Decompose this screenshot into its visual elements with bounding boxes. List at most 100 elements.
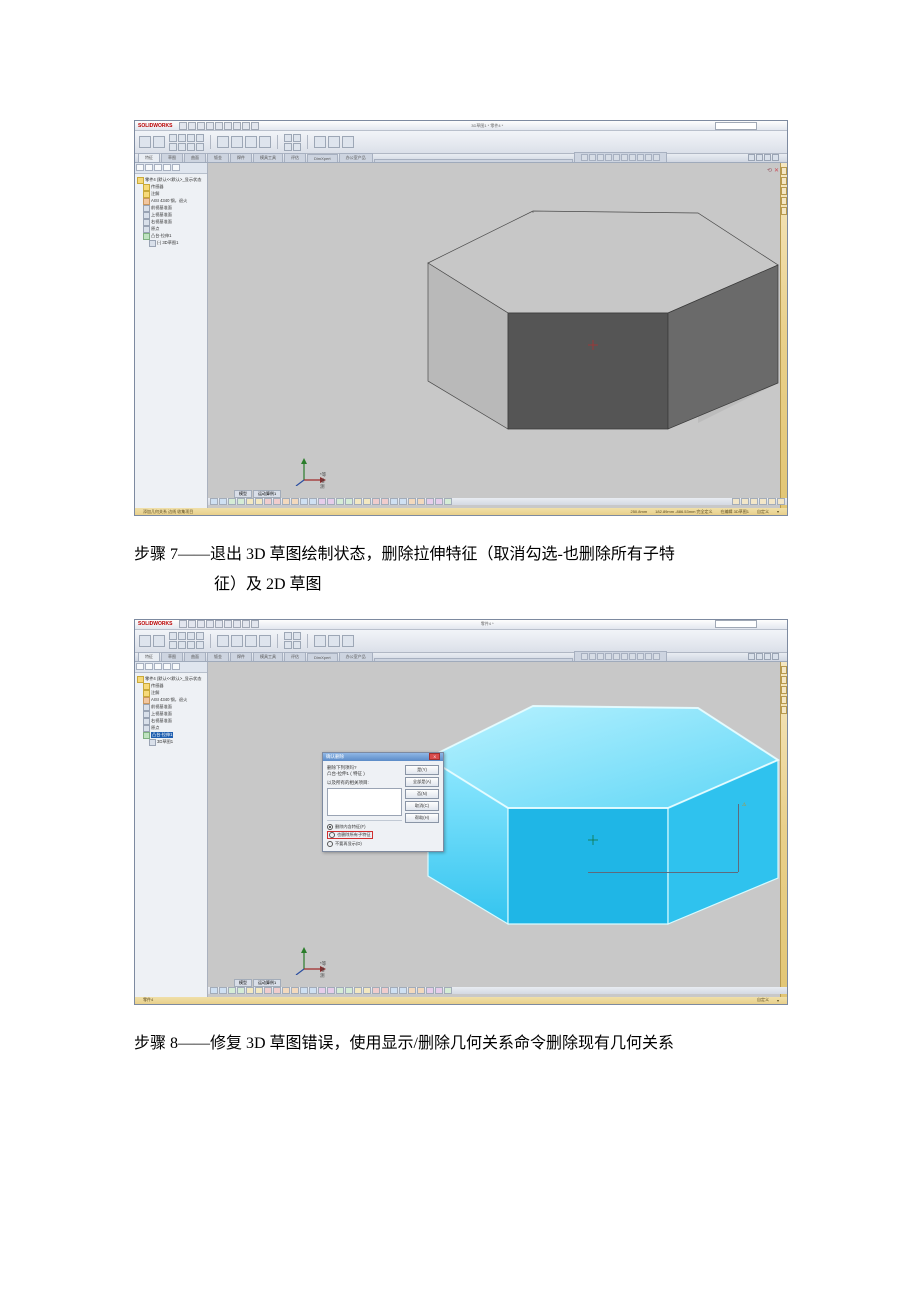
- tab-model[interactable]: 模型: [234, 979, 252, 987]
- tree-item[interactable]: 注解: [151, 690, 159, 696]
- tab-office[interactable]: 办公室产品: [339, 652, 373, 661]
- command-search-input[interactable]: [715, 620, 757, 628]
- heads-up-view-toolbar[interactable]: [574, 152, 667, 162]
- command-manager-tabs[interactable]: 特征 草图 曲面 钣金 焊件 模具工具 评估 DimXpert 办公室产品: [135, 154, 787, 163]
- tab-moldtools[interactable]: 模具工具: [253, 153, 283, 162]
- tree-item[interactable]: 凸台-拉伸1: [151, 233, 171, 239]
- tree-item[interactable]: 前视基准面: [151, 704, 172, 710]
- tab-weldments[interactable]: 焊件: [230, 652, 252, 661]
- no-button[interactable]: 否(N): [405, 789, 439, 799]
- command-manager-tabs[interactable]: 特征 草图 曲面 钣金 焊件 模具工具 评估 DimXpert 办公室产品: [135, 653, 787, 662]
- motion-toolbar[interactable]: [208, 987, 787, 994]
- tab-surface[interactable]: 曲面: [184, 153, 206, 162]
- doc-title: 3D草图1 * 零件4 *: [471, 123, 503, 129]
- tree-item[interactable]: 原点: [151, 226, 159, 232]
- close-icon[interactable]: X: [429, 753, 440, 760]
- tab-moldtools[interactable]: 模具工具: [253, 652, 283, 661]
- dependents-listbox[interactable]: [327, 788, 402, 816]
- mdi-window-controls[interactable]: [748, 154, 779, 161]
- heads-up-view-toolbar[interactable]: [574, 651, 667, 661]
- status-left: 添加几何关系 边线 收集项目: [139, 509, 197, 515]
- tree-item[interactable]: 原点: [151, 725, 159, 731]
- opt-delete-children[interactable]: 也删除所有子特征: [327, 831, 373, 840]
- tab-weldments[interactable]: 焊件: [230, 153, 252, 162]
- tree-item[interactable]: 右视基准面: [151, 718, 172, 724]
- tab-evaluate[interactable]: 评估: [284, 652, 306, 661]
- feature-tree[interactable]: 零件4 (默认<<默认>_显示状态 传感器 注解 AISI 4340 钢，退火 …: [135, 673, 207, 749]
- tab-motion[interactable]: 运动算例1: [253, 490, 281, 498]
- tab-surface[interactable]: 曲面: [184, 652, 206, 661]
- tab-features[interactable]: 特征: [138, 652, 160, 661]
- help-button[interactable]: 帮助(H): [405, 813, 439, 823]
- tree-item[interactable]: 注解: [151, 191, 159, 197]
- ribbon: [135, 131, 787, 154]
- tab-motion[interactable]: 运动算例1: [253, 979, 281, 987]
- graphics-viewport[interactable]: ⚠ 确认删除 X 删除下列项吗? 凸台-拉伸1 ( 特征 ) 以及所有的相关项目…: [208, 662, 787, 997]
- feature-manager-tabs[interactable]: [135, 163, 207, 174]
- tab-sketch[interactable]: 草图: [161, 153, 183, 162]
- doc-title: 零件4 *: [481, 621, 494, 627]
- status-edit: 在编辑 3D草图1: [717, 509, 753, 515]
- tree-item[interactable]: AISI 4340 钢，退火: [151, 697, 187, 703]
- triad-label: *等轴测: [320, 961, 328, 979]
- tree-item[interactable]: 传感器: [151, 683, 164, 689]
- dialog-msg2: 以及所有的相关项目:: [327, 780, 402, 786]
- dialog-item: 凸台-拉伸1 ( 特征 ): [327, 771, 402, 777]
- status-menu[interactable]: ▾: [773, 998, 783, 1003]
- status-units[interactable]: 自定义: [753, 509, 773, 515]
- tab-model[interactable]: 模型: [234, 490, 252, 498]
- orientation-triad[interactable]: *等轴测: [294, 945, 328, 975]
- title-bar: SOLIDWORKS 3D草图1 * 零件4 *: [135, 121, 787, 131]
- tree-item[interactable]: 右视基准面: [151, 219, 172, 225]
- quick-access-toolbar[interactable]: [179, 620, 259, 628]
- tree-item[interactable]: AISI 4340 钢，退火: [151, 198, 187, 204]
- feature-manager-panel[interactable]: 零件4 (默认<<默认>_显示状态 传感器 注解 AISI 4340 钢，退火 …: [135, 662, 208, 997]
- doc-bottom-tabs[interactable]: 模型 运动算例1: [208, 490, 281, 498]
- tree-item[interactable]: 传感器: [151, 184, 164, 190]
- tab-dimxpert[interactable]: DimXpert: [307, 653, 338, 661]
- tab-features[interactable]: 特征: [138, 153, 160, 162]
- tree-item[interactable]: 上视基准面: [151, 212, 172, 218]
- opt-dont-show-again[interactable]: 不要再显示(D): [327, 841, 402, 848]
- doc-bottom-tabs[interactable]: 模型 运动算例1: [208, 979, 281, 987]
- figure-1: SOLIDWORKS 3D草图1 * 零件4 *: [134, 120, 788, 516]
- status-coord-a: 250.8mm: [626, 509, 651, 514]
- feature-manager-panel[interactable]: 零件4 (默认<<默认>_显示状态 传感器 注解 AISI 4340 钢，退火 …: [135, 163, 208, 508]
- tree-item[interactable]: 前视基准面: [151, 205, 172, 211]
- tab-sketch[interactable]: 草图: [161, 652, 183, 661]
- figure-2: SOLIDWORKS 零件4 *: [134, 619, 788, 1005]
- ribbon: [135, 630, 787, 653]
- yes-all-button[interactable]: 全部是(A): [405, 777, 439, 787]
- cancel-button[interactable]: 取消(C): [405, 801, 439, 811]
- tree-item[interactable]: 3D草图1: [157, 739, 173, 745]
- status-menu[interactable]: ▾: [773, 509, 783, 514]
- tab-office[interactable]: 办公室产品: [339, 153, 373, 162]
- tree-item[interactable]: 上视基准面: [151, 711, 172, 717]
- app-logo: SOLIDWORKS: [138, 621, 172, 627]
- mdi-window-controls[interactable]: [748, 653, 779, 660]
- graphics-viewport[interactable]: ⟲ ✕: [208, 163, 787, 508]
- tree-root[interactable]: 零件4 (默认<<默认>_显示状态: [145, 177, 201, 183]
- feature-tree[interactable]: 零件4 (默认<<默认>_显示状态 传感器 注解 AISI 4340 钢，退火 …: [135, 174, 207, 250]
- warning-icon: ⚠: [742, 802, 746, 808]
- tab-evaluate[interactable]: 评估: [284, 153, 306, 162]
- tree-item-selected[interactable]: 凸台-拉伸1: [151, 732, 173, 738]
- tree-item[interactable]: (-) 3D草图1: [157, 240, 178, 246]
- confirm-delete-dialog[interactable]: 确认删除 X 删除下列项吗? 凸台-拉伸1 ( 特征 ) 以及所有的相关项目: …: [322, 752, 444, 853]
- motion-toolbar[interactable]: [208, 498, 787, 505]
- quick-access-toolbar[interactable]: [179, 122, 259, 130]
- dialog-title: 确认删除: [326, 754, 344, 760]
- orientation-triad[interactable]: *等轴测: [294, 456, 328, 486]
- tree-root[interactable]: 零件4 (默认<<默认>_显示状态: [145, 676, 201, 682]
- status-bar: 零件4 自定义 ▾: [135, 997, 787, 1004]
- opt-delete-absorbed[interactable]: 删除内含特征(F): [327, 824, 402, 831]
- status-units[interactable]: 自定义: [753, 997, 773, 1003]
- yes-button[interactable]: 是(Y): [405, 765, 439, 775]
- tab-sheetmetal[interactable]: 钣金: [207, 652, 229, 661]
- command-search-input[interactable]: [715, 122, 757, 130]
- step-8-text: 步骤 8——修复 3D 草图错误，使用显示/删除几何关系命令删除现有几何关系: [134, 1029, 786, 1059]
- status-left: 零件4: [139, 997, 157, 1003]
- tab-sheetmetal[interactable]: 钣金: [207, 153, 229, 162]
- feature-manager-tabs[interactable]: [135, 662, 207, 673]
- tab-dimxpert[interactable]: DimXpert: [307, 154, 338, 162]
